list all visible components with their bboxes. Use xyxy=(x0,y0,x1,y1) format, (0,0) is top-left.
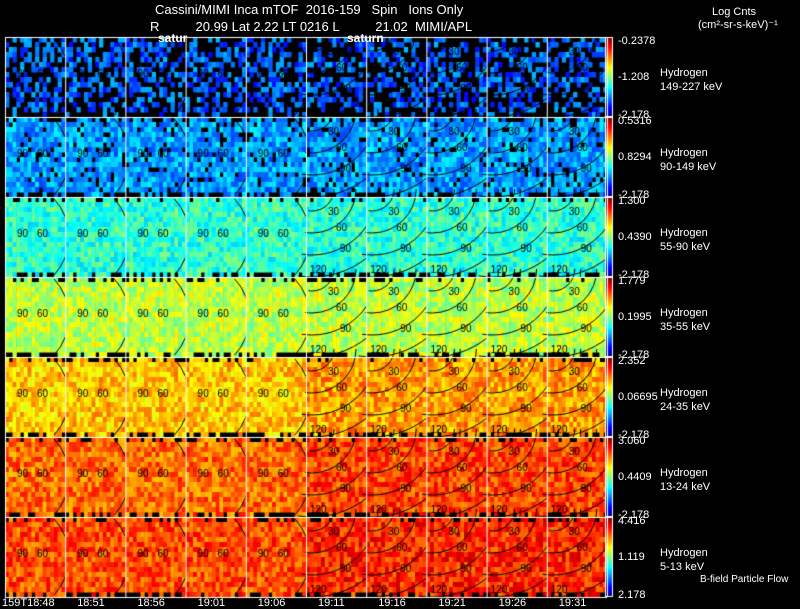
species-label: Hydrogen xyxy=(660,547,708,559)
colorbar-mid-label: 0.4409 xyxy=(618,471,652,483)
colorbar-max-label: 1.300 xyxy=(618,195,646,207)
colorbar-mid-label: -1.208 xyxy=(618,71,650,83)
colorbar-max-label: 2.352 xyxy=(618,355,646,367)
time-tick-label: 19:16 xyxy=(378,597,406,609)
colorbar-max-label: 4.416 xyxy=(618,515,646,527)
colorbar-mid-label: 1.119 xyxy=(618,551,645,563)
colorbar-min-label: 2.178 xyxy=(618,589,646,601)
energy-range-label: 149-227 keV xyxy=(660,81,723,93)
saturn-label: satur xyxy=(158,31,188,45)
time-tick-label: 19:21 xyxy=(438,597,466,609)
colorbar-max-label: -0.2378 xyxy=(618,35,656,47)
energy-range-label: 90-149 keV xyxy=(660,161,717,173)
time-tick-label: 159T18:48 xyxy=(2,597,55,609)
units-label: (cm²-sr-s-keV)⁻¹ xyxy=(698,19,778,31)
units-label: Log Cnts xyxy=(712,6,757,18)
time-tick-label: 19:11 xyxy=(318,597,345,609)
time-tick-label: 19:26 xyxy=(498,597,527,609)
time-tick-label: 19:31 xyxy=(558,597,587,609)
species-label: Hydrogen xyxy=(660,387,708,399)
energy-range-label: 13-24 keV xyxy=(660,481,711,493)
colorbar-mid-label: 0.06695 xyxy=(618,391,658,403)
colorbar-max-label: 3.060 xyxy=(618,435,646,447)
inca-spectrogram-figure: Cassini/MIMI Inca mTOF 2016-159 Spin Ion… xyxy=(0,0,800,609)
energy-range-label: 5-13 keV xyxy=(660,561,705,573)
colorbar-mid-label: 0.8294 xyxy=(618,151,652,163)
energy-range-label: 35-55 keV xyxy=(660,321,711,333)
colorbar-max-label: 1.779 xyxy=(618,275,646,287)
species-label: Hydrogen xyxy=(660,467,708,479)
energy-range-label: 24-35 keV xyxy=(660,401,711,413)
time-tick-label: 18:56 xyxy=(137,597,165,609)
species-label: Hydrogen xyxy=(660,147,708,159)
colorbar-mid-label: 0.1995 xyxy=(618,311,652,323)
colorbar-mid-label: 0.4390 xyxy=(618,231,652,243)
figure-title: Cassini/MIMI Inca mTOF 2016-159 Spin Ion… xyxy=(155,2,464,17)
saturn-label: saturn xyxy=(347,31,384,45)
orbit-info: R 20.99 Lat 2.22 LT 0216 L 21.02 MIMI/AP… xyxy=(150,19,473,34)
time-tick-label: 19:06 xyxy=(257,597,286,609)
b-field-flow-label: B-field Particle Flow xyxy=(700,574,789,585)
species-label: Hydrogen xyxy=(660,307,708,319)
time-tick-label: 18:51 xyxy=(77,597,105,609)
species-label: Hydrogen xyxy=(660,67,708,79)
energy-range-label: 55-90 keV xyxy=(660,241,711,253)
species-label: Hydrogen xyxy=(660,227,708,239)
colorbar-max-label: 0.5316 xyxy=(618,115,652,127)
time-tick-label: 19:01 xyxy=(197,597,226,609)
